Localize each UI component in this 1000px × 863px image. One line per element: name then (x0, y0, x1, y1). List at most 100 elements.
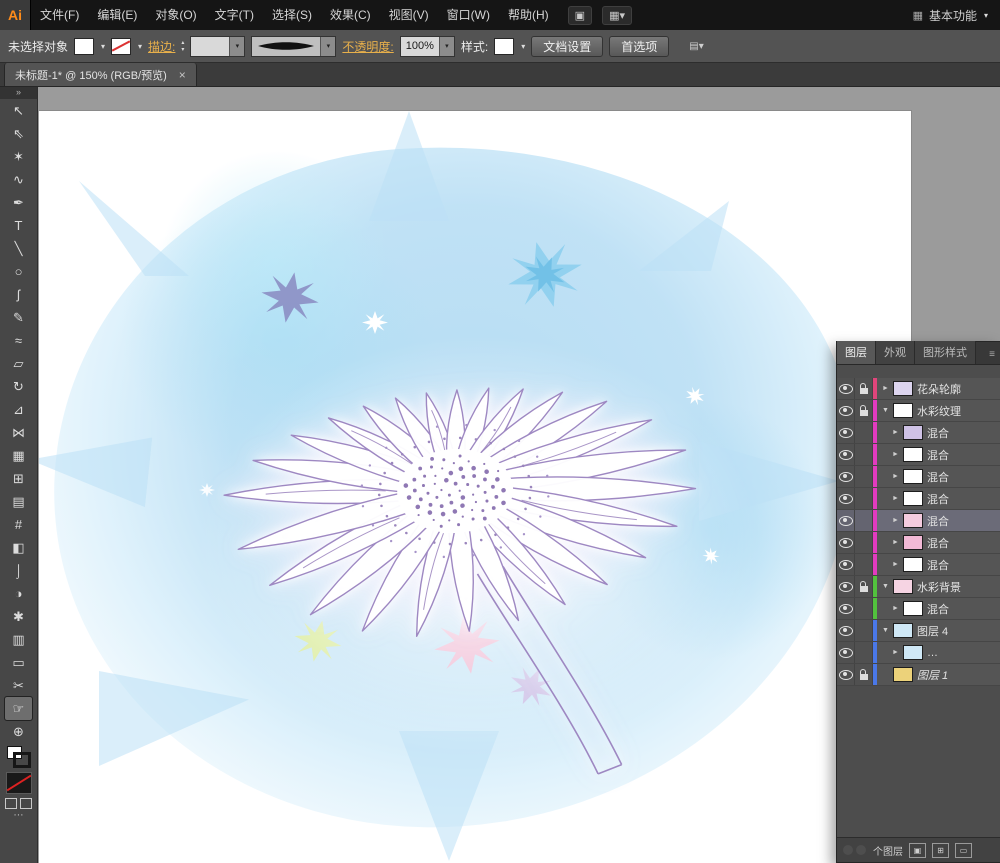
lock-toggle[interactable] (855, 444, 873, 465)
expand-arrow-icon[interactable]: ► (889, 649, 902, 656)
lock-toggle[interactable] (855, 400, 873, 421)
lock-toggle[interactable] (855, 510, 873, 531)
style-swatch[interactable] (494, 37, 515, 55)
stroke-width-combo[interactable]: ▾ (190, 35, 246, 57)
panel-collapse-icon[interactable]: » (0, 86, 37, 99)
layer-row[interactable]: ▼ 水彩纹理 (837, 400, 1000, 422)
draw-normal-icon[interactable] (5, 798, 17, 809)
layer-thumbnail[interactable] (903, 513, 923, 528)
visibility-toggle[interactable] (837, 422, 855, 443)
blend-tool[interactable]: ◑ (5, 582, 32, 605)
layer-thumbnail[interactable] (903, 425, 923, 440)
paintbrush-tool[interactable]: ʃ (5, 283, 32, 306)
layer-thumbnail[interactable] (893, 667, 913, 682)
layer-name[interactable]: 混合 (927, 535, 949, 551)
layer-row[interactable]: ► 混合 (837, 466, 1000, 488)
opacity-combo[interactable]: 100% ▾ (399, 35, 455, 57)
layer-name[interactable]: 混合 (927, 469, 949, 485)
stroke-width-caret-icon[interactable]: ▾ (229, 36, 245, 56)
fill-stroke-indicator[interactable] (6, 746, 31, 768)
close-tab-icon[interactable]: × (179, 69, 186, 81)
expand-arrow-icon[interactable]: ► (889, 605, 902, 612)
layer-name[interactable]: 水彩纹理 (917, 403, 961, 419)
lock-toggle[interactable] (855, 576, 873, 597)
visibility-toggle[interactable] (837, 466, 855, 487)
lock-toggle[interactable] (855, 642, 873, 663)
layer-thumbnail[interactable] (893, 623, 913, 638)
tab-layers[interactable]: 图层 (837, 341, 876, 364)
expand-arrow-icon[interactable]: ▼ (879, 627, 892, 634)
layer-row[interactable]: ► 混合 (837, 488, 1000, 510)
visibility-toggle[interactable] (837, 532, 855, 553)
menu-effect[interactable]: 效果(C) (321, 0, 380, 30)
menu-help[interactable]: 帮助(H) (499, 0, 558, 30)
visibility-toggle[interactable] (837, 642, 855, 663)
mesh-tool[interactable]: # (5, 513, 32, 536)
layer-thumbnail[interactable] (893, 403, 913, 418)
line-segment-tool[interactable]: ╲ (5, 237, 32, 260)
expand-arrow-icon[interactable]: ► (889, 451, 902, 458)
visibility-toggle[interactable] (837, 598, 855, 619)
layer-name[interactable]: 混合 (927, 447, 949, 463)
scale-tool[interactable]: ⊿ (5, 398, 32, 421)
layer-row[interactable]: ▼ 图层 4 (837, 620, 1000, 642)
visibility-toggle[interactable] (837, 510, 855, 531)
column-graph-tool[interactable]: ▥ (5, 628, 32, 651)
layer-row[interactable]: 图层 1 (837, 664, 1000, 686)
stepper-down-icon[interactable]: ▾ (181, 47, 184, 53)
type-tool[interactable]: T (5, 214, 32, 237)
eraser-tool[interactable]: ▱ (5, 352, 32, 375)
slice-tool[interactable]: ✂ (5, 674, 32, 697)
menu-file[interactable]: 文件(F) (31, 0, 88, 30)
flower-artwork[interactable] (180, 321, 760, 801)
hand-tool[interactable]: ☞ (4, 696, 33, 721)
layer-thumbnail[interactable] (903, 491, 923, 506)
perspective-grid-tool[interactable]: ▤ (5, 490, 32, 513)
layer-row[interactable]: ►… (837, 642, 1000, 664)
opacity-label[interactable]: 不透明度: (342, 38, 393, 55)
fill-swatch[interactable] (74, 37, 95, 55)
artboard-tool[interactable]: ▭ (5, 651, 32, 674)
pencil-tool[interactable]: ✎ (5, 306, 32, 329)
lock-toggle[interactable] (855, 532, 873, 553)
stroke-caret-icon[interactable]: ▾ (138, 42, 142, 51)
layer-thumbnail[interactable] (893, 381, 913, 396)
new-layer-icon[interactable]: ⊞ (932, 842, 949, 858)
screen-mode-icon[interactable]: ⋯ (14, 811, 24, 821)
visibility-toggle[interactable] (837, 400, 855, 421)
gradient-tool[interactable]: ◧ (5, 536, 32, 559)
layer-name[interactable]: 图层 4 (917, 623, 948, 639)
lock-toggle[interactable] (855, 554, 873, 575)
expand-arrow-icon[interactable]: ► (889, 429, 902, 436)
preferences-button[interactable]: 首选项 (609, 35, 670, 57)
layer-name[interactable]: 水彩背景 (917, 579, 961, 595)
pen-tool[interactable]: ✒ (5, 191, 32, 214)
ellipse-tool[interactable]: ○ (5, 260, 32, 283)
lock-toggle[interactable] (855, 466, 873, 487)
expand-arrow-icon[interactable]: ► (879, 385, 892, 392)
visibility-toggle[interactable] (837, 554, 855, 575)
menu-edit[interactable]: 编辑(E) (88, 0, 146, 30)
expand-arrow-icon[interactable]: ► (889, 495, 902, 502)
layer-row[interactable]: ► 混合 (837, 510, 1000, 532)
opacity-caret-icon[interactable]: ▾ (438, 36, 454, 56)
layer-name[interactable]: 混合 (927, 425, 949, 441)
direct-selection-tool[interactable]: ⇖ (5, 122, 32, 145)
layer-row[interactable]: ► 混合 (837, 444, 1000, 466)
symbol-sprayer-tool[interactable]: ✱ (5, 605, 32, 628)
menu-type[interactable]: 文字(T) (206, 0, 263, 30)
free-transform-tool[interactable]: ▦ (5, 444, 32, 467)
lock-toggle[interactable] (855, 488, 873, 509)
smooth-tool[interactable]: ≈ (5, 329, 32, 352)
stroke-label[interactable]: 描边: (148, 38, 175, 55)
width-tool[interactable]: ⋈ (5, 421, 32, 444)
layer-row[interactable]: ► 混合 (837, 598, 1000, 620)
make-clip-mask-icon[interactable]: ▣ (909, 842, 926, 858)
expand-arrow-icon[interactable]: ► (889, 473, 902, 480)
tab-graphic-styles[interactable]: 图形样式 (915, 341, 976, 364)
menu-object[interactable]: 对象(O) (146, 0, 205, 30)
layer-row[interactable]: ▼ 水彩背景 (837, 576, 1000, 598)
lock-toggle[interactable] (855, 378, 873, 399)
rotate-tool[interactable]: ↻ (5, 375, 32, 398)
style-caret-icon[interactable]: ▾ (521, 42, 525, 51)
